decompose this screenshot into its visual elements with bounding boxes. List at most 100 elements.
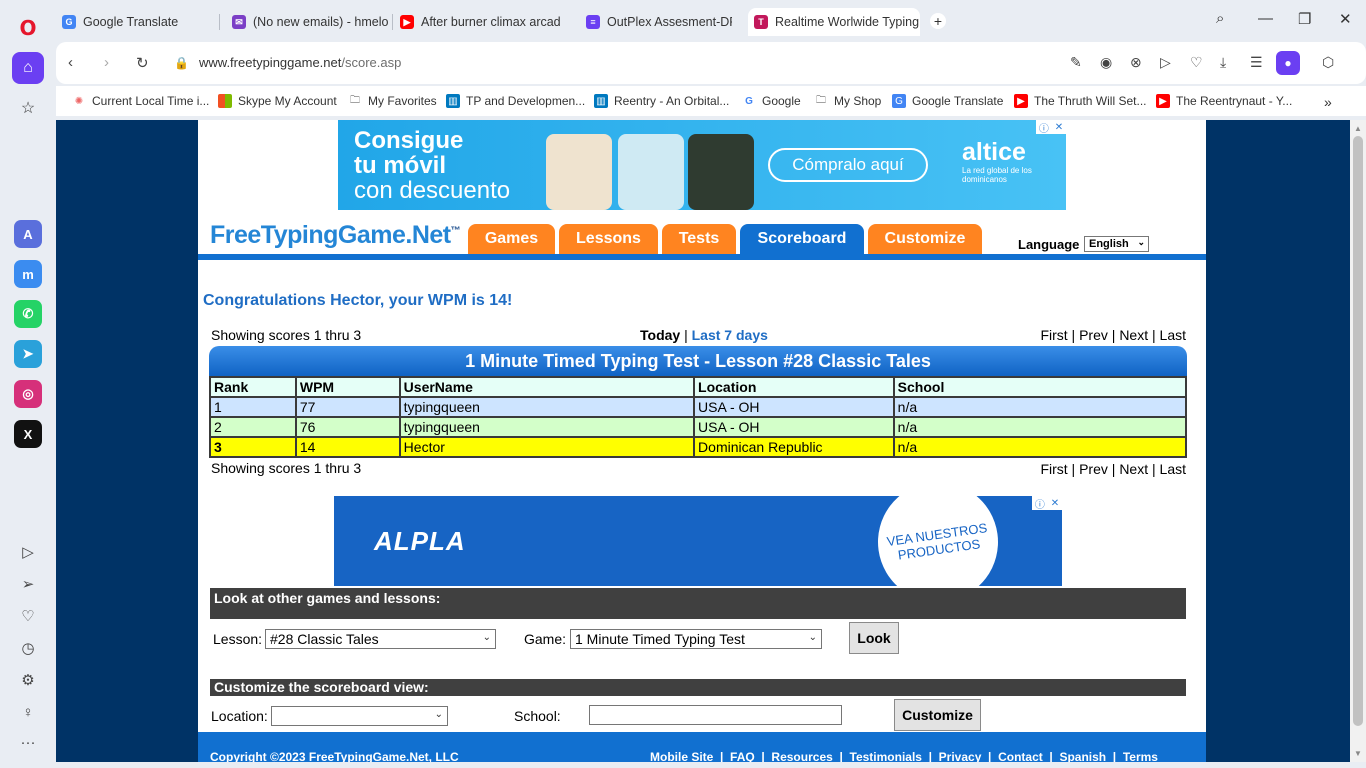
whatsapp-icon[interactable]: ✆: [14, 300, 42, 328]
school-input[interactable]: [589, 705, 842, 725]
ad-cta-circle[interactable]: VEA NUESTROS PRODUCTOS: [870, 496, 1006, 586]
bookmark-item[interactable]: ▶ The Thruth Will Set...: [1014, 94, 1146, 108]
x-twitter-icon[interactable]: X: [14, 420, 42, 448]
bookmark-item[interactable]: ▥ Reentry - An Orbital...: [594, 94, 729, 108]
tab-email[interactable]: ✉ (No new emails) - hmelo2: [226, 8, 388, 36]
bookmark-item[interactable]: 🗀 My Shop: [814, 94, 881, 108]
tips-icon[interactable]: ♀: [12, 696, 44, 728]
restore-icon[interactable]: ❐: [1298, 10, 1311, 28]
language-select[interactable]: English ⌄: [1084, 236, 1149, 252]
search-tabs-icon[interactable]: ⌕: [1216, 10, 1224, 27]
tab-youtube[interactable]: ▶ After burner climax arcade: [394, 8, 560, 36]
opera-logo-icon[interactable]: O: [12, 12, 44, 44]
footer-link-privacy[interactable]: Privacy: [939, 750, 982, 762]
forward-icon[interactable]: ›: [104, 54, 109, 71]
settings-icon[interactable]: ⚙: [12, 664, 44, 696]
ad-banner-bottom[interactable]: ALPLA VEA NUESTROS PRODUCTOS ⓘ ✕: [334, 496, 1062, 586]
heart-icon[interactable]: ♡: [12, 600, 44, 632]
bookmark-heart-icon[interactable]: ♡: [1190, 54, 1203, 71]
footer-link-resources[interactable]: Resources: [771, 750, 832, 762]
period-last-7-days[interactable]: Last 7 days: [692, 327, 768, 343]
trello-icon: ▥: [594, 94, 608, 108]
extensions-icon[interactable]: ⬡: [1322, 54, 1334, 71]
profile-icon[interactable]: ●: [1276, 51, 1300, 75]
folder-icon: 🗀: [350, 94, 360, 106]
tab-typing-active[interactable]: T Realtime Worlwide Typing: [748, 8, 920, 36]
messenger-icon[interactable]: m: [14, 260, 42, 288]
customize-button[interactable]: Customize: [894, 699, 981, 731]
footer-link-spanish[interactable]: Spanish: [1059, 750, 1106, 762]
ad-close-icon[interactable]: ⓘ ✕: [1036, 120, 1066, 135]
player-icon[interactable]: ▷: [12, 536, 44, 568]
easy-setup-icon[interactable]: ☰: [1250, 54, 1263, 71]
nav-games[interactable]: Games: [468, 224, 555, 254]
history-icon[interactable]: ◷: [12, 632, 44, 664]
tab-outplex[interactable]: ≡ OutPlex Assesment-DR: [570, 8, 732, 36]
pager-last[interactable]: Last: [1160, 327, 1186, 343]
bookmark-item[interactable]: Skype My Account: [218, 94, 337, 108]
scroll-thumb[interactable]: [1353, 136, 1363, 726]
copyright[interactable]: Copyright ©2023 FreeTypingGame.Net, LLC: [210, 750, 459, 762]
footer-link-faq[interactable]: FAQ: [730, 750, 755, 762]
download-icon[interactable]: ⤓: [1220, 54, 1226, 71]
send-icon[interactable]: ➢: [12, 568, 44, 600]
bookmark-item[interactable]: ▶ The Reentrynaut - Y...: [1156, 94, 1292, 108]
nav-scoreboard[interactable]: Scoreboard: [740, 224, 864, 254]
pager-last[interactable]: Last: [1160, 461, 1186, 477]
tab-google-translate[interactable]: G Google Translate: [56, 8, 216, 36]
pager-first[interactable]: First: [1040, 461, 1067, 477]
ad-cta-button[interactable]: Cómpralo aquí: [768, 148, 928, 182]
pager-first[interactable]: First: [1040, 327, 1067, 343]
bookmark-item[interactable]: G Google: [742, 94, 801, 108]
footer-link-terms[interactable]: Terms: [1123, 750, 1158, 762]
minimize-icon[interactable]: —: [1258, 10, 1273, 27]
cell-wpm: 14: [294, 436, 401, 458]
scroll-down-icon[interactable]: ▼: [1354, 749, 1362, 758]
reload-icon[interactable]: ↻: [136, 54, 149, 72]
look-button[interactable]: Look: [849, 622, 899, 654]
phone-image: [618, 134, 684, 210]
adblock-icon[interactable]: ⊗: [1130, 54, 1142, 71]
bookmark-item[interactable]: ▥ TP and Developmen...: [446, 94, 585, 108]
home-icon[interactable]: ⌂: [12, 52, 44, 84]
more-bookmarks-icon[interactable]: »: [1324, 94, 1332, 110]
location-select[interactable]: ⌄: [271, 706, 448, 726]
close-window-icon[interactable]: ✕: [1339, 10, 1352, 28]
camera-icon[interactable]: ◉: [1100, 54, 1112, 71]
period-today[interactable]: Today: [640, 327, 680, 343]
bookmark-item[interactable]: G Google Translate: [892, 94, 1003, 108]
footer-link-testimonials[interactable]: Testimonials: [850, 750, 922, 762]
new-tab-icon[interactable]: +: [930, 13, 946, 29]
bookmark-item[interactable]: ✺ Current Local Time i...: [72, 94, 210, 108]
ad-banner-top[interactable]: Consigue tu móvil con descuento Cómpralo…: [338, 120, 1066, 210]
star-icon[interactable]: ☆: [12, 92, 44, 124]
back-icon[interactable]: ‹: [68, 54, 73, 71]
footer-link-mobile[interactable]: Mobile Site: [650, 750, 713, 762]
cell-rank: 3: [209, 436, 297, 458]
game-select[interactable]: 1 Minute Timed Typing Test ⌄: [570, 629, 822, 649]
ad-close-icon[interactable]: ⓘ ✕: [1032, 496, 1062, 511]
lock-icon[interactable]: 🔒: [174, 56, 189, 70]
footer-link-contact[interactable]: Contact: [998, 750, 1043, 762]
pager-prev[interactable]: Prev: [1079, 327, 1108, 343]
lesson-select[interactable]: #28 Classic Tales ⌄: [265, 629, 496, 649]
play-icon[interactable]: ▷: [1160, 54, 1171, 71]
bookmark-item[interactable]: 🗀 My Favorites: [348, 94, 437, 108]
scroll-up-icon[interactable]: ▲: [1354, 124, 1362, 133]
pager-prev[interactable]: Prev: [1079, 461, 1108, 477]
nav-customize[interactable]: Customize: [868, 224, 982, 254]
pager-top: First | Prev | Next | Last: [1040, 327, 1186, 343]
site-logo[interactable]: FreeTypingGame.Net™: [210, 221, 461, 250]
pager-next[interactable]: Next: [1119, 327, 1148, 343]
more-icon[interactable]: ···: [12, 726, 44, 758]
edit-icon[interactable]: ✎: [1070, 54, 1082, 71]
pager-next[interactable]: Next: [1119, 461, 1148, 477]
pager-sep: |: [1067, 461, 1080, 477]
nav-lessons[interactable]: Lessons: [559, 224, 658, 254]
url-field[interactable]: www.freetypinggame.net/score.asp: [199, 55, 401, 70]
telegram-icon[interactable]: ➤: [14, 340, 42, 368]
instagram-icon[interactable]: ◎: [14, 380, 42, 408]
nav-tests[interactable]: Tests: [662, 224, 736, 254]
page-scrollbar[interactable]: ▲ ▼: [1350, 120, 1366, 762]
aria-icon[interactable]: A: [14, 220, 42, 248]
